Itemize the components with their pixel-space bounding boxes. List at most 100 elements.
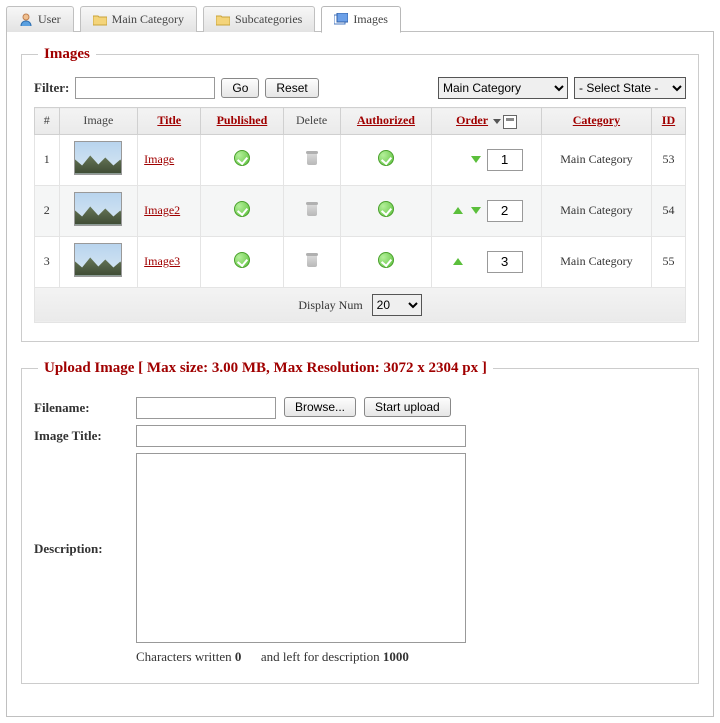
sort-desc-icon [493, 119, 501, 124]
delete-icon[interactable] [304, 150, 320, 166]
thumbnail-image[interactable] [74, 141, 122, 175]
browse-button[interactable]: Browse... [284, 397, 356, 417]
images-legend: Images [38, 46, 96, 63]
col-num: # [35, 108, 60, 135]
col-authorized[interactable]: Authorized [340, 108, 432, 135]
category-select[interactable]: Main Category [438, 77, 568, 99]
filter-label: Filter: [34, 80, 69, 96]
cell-id: 55 [651, 236, 685, 287]
cell-title: Image [138, 134, 201, 185]
char-counter: Characters written 0 and left for descri… [136, 649, 686, 665]
folder-icon [93, 14, 107, 26]
reset-button[interactable]: Reset [265, 78, 318, 98]
tab-main-category[interactable]: Main Category [80, 6, 197, 32]
col-id[interactable]: ID [651, 108, 685, 135]
delete-icon[interactable] [304, 201, 320, 217]
cell-num: 1 [35, 134, 60, 185]
table-row: 1ImageMain Category53 [35, 134, 686, 185]
cell-order [432, 185, 542, 236]
cell-num: 2 [35, 185, 60, 236]
cell-id: 54 [651, 185, 685, 236]
title-link[interactable]: Image3 [144, 254, 180, 268]
col-title[interactable]: Title [138, 108, 201, 135]
cell-delete [283, 185, 340, 236]
image-title-label: Image Title: [34, 425, 128, 444]
cell-published [201, 134, 283, 185]
title-link[interactable]: Image2 [144, 203, 180, 217]
save-order-icon[interactable] [503, 115, 517, 129]
col-delete: Delete [283, 108, 340, 135]
images-table: # Image Title Published Delete Authorize… [34, 107, 686, 323]
description-label: Description: [34, 538, 128, 557]
authorized-icon[interactable] [378, 150, 394, 166]
start-upload-button[interactable]: Start upload [364, 397, 451, 417]
table-row: 2 Image2 Main Category54 [35, 185, 686, 236]
col-order[interactable]: Order [432, 108, 542, 135]
delete-icon[interactable] [304, 252, 320, 268]
display-num-row: Display Num 20 [35, 287, 686, 322]
cell-order [432, 236, 542, 287]
cell-category: Main Category [541, 134, 651, 185]
authorized-icon[interactable] [378, 201, 394, 217]
thumbnail-image[interactable] [74, 192, 122, 226]
cell-delete [283, 134, 340, 185]
tab-subcategories[interactable]: Subcategories [203, 6, 315, 32]
filter-row: Filter: Go Reset Main Category - Select … [34, 77, 686, 99]
cell-published [201, 185, 283, 236]
state-select[interactable]: - Select State - [574, 77, 686, 99]
title-link[interactable]: Image [144, 152, 174, 166]
cell-thumb[interactable] [59, 185, 138, 236]
cell-category: Main Category [541, 185, 651, 236]
images-icon [334, 13, 348, 27]
col-published[interactable]: Published [201, 108, 283, 135]
order-input[interactable] [487, 251, 523, 273]
cell-order [432, 134, 542, 185]
cell-published [201, 236, 283, 287]
display-num-label: Display Num [298, 298, 362, 312]
filename-label: Filename: [34, 397, 128, 416]
col-category[interactable]: Category [541, 108, 651, 135]
filename-input[interactable] [136, 397, 276, 419]
cell-thumb[interactable] [59, 134, 138, 185]
tab-label: User [38, 12, 61, 27]
authorized-icon[interactable] [378, 252, 394, 268]
cell-authorized [340, 185, 432, 236]
filter-input[interactable] [75, 77, 215, 99]
thumbnail-image[interactable] [74, 243, 122, 277]
go-button[interactable]: Go [221, 78, 259, 98]
display-num-select[interactable]: 20 [372, 294, 422, 316]
col-image: Image [59, 108, 138, 135]
tab-label: Subcategories [235, 12, 302, 27]
published-icon[interactable] [234, 201, 250, 217]
user-icon [19, 13, 33, 27]
cell-num: 3 [35, 236, 60, 287]
cell-title: Image2 [138, 185, 201, 236]
cell-thumb[interactable] [59, 236, 138, 287]
description-textarea[interactable] [136, 453, 466, 643]
cell-authorized [340, 236, 432, 287]
upload-legend: Upload Image [ Max size: 3.00 MB, Max Re… [38, 360, 493, 377]
published-icon[interactable] [234, 150, 250, 166]
order-down-icon[interactable] [471, 207, 481, 214]
folder-icon [216, 14, 230, 26]
order-up-icon[interactable] [453, 207, 463, 214]
upload-fieldset: Upload Image [ Max size: 3.00 MB, Max Re… [21, 360, 699, 684]
tab-bar: User Main Category Subcategories Images [6, 6, 714, 32]
tab-label: Images [353, 12, 388, 27]
tab-images[interactable]: Images [321, 6, 401, 33]
order-up-icon[interactable] [453, 258, 463, 265]
order-input[interactable] [487, 149, 523, 171]
cell-title: Image3 [138, 236, 201, 287]
cell-delete [283, 236, 340, 287]
published-icon[interactable] [234, 252, 250, 268]
cell-category: Main Category [541, 236, 651, 287]
tab-panel: Images Filter: Go Reset Main Category - … [6, 31, 714, 717]
tab-user[interactable]: User [6, 6, 74, 32]
cell-authorized [340, 134, 432, 185]
table-row: 3 Image3 Main Category55 [35, 236, 686, 287]
tab-label: Main Category [112, 12, 184, 27]
images-fieldset: Images Filter: Go Reset Main Category - … [21, 46, 699, 342]
image-title-input[interactable] [136, 425, 466, 447]
order-input[interactable] [487, 200, 523, 222]
order-down-icon[interactable] [471, 156, 481, 163]
